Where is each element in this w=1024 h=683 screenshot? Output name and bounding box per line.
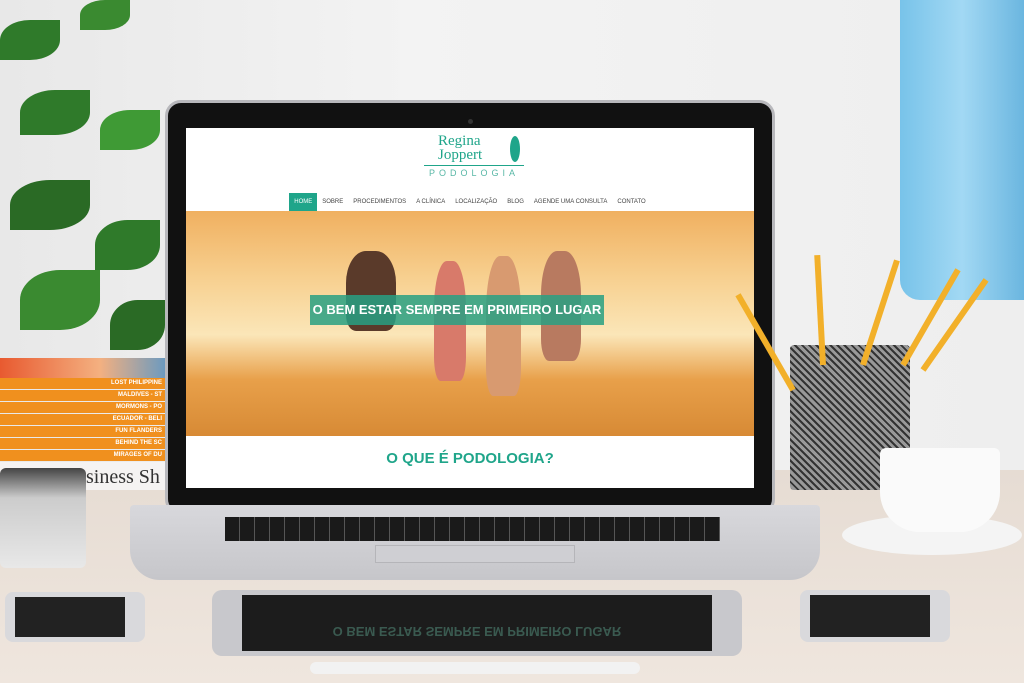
book-spine: FUN FLANDERS: [0, 426, 166, 437]
nav-a-clinica[interactable]: A CLÍNICA: [411, 193, 450, 213]
book-spine: MORMONS - PO: [0, 402, 166, 413]
external-drive: [0, 468, 86, 568]
section-title: O QUE É PODOLOGIA?: [386, 450, 554, 467]
website-screen: Regina Joppert PODOLOGIA HOME SOBRE PROC…: [186, 128, 754, 488]
nav-procedimentos[interactable]: PROCEDIMENTOS: [348, 193, 411, 213]
coffee-cup: [880, 448, 1000, 532]
logo-subtitle: PODOLOGIA: [428, 168, 519, 178]
book-spine: MALDIVES - ST: [0, 390, 166, 401]
foot-icon: [510, 136, 520, 162]
camera-icon: [468, 119, 473, 124]
keyboard: [225, 517, 720, 541]
book-spine: LOST PHILIPPINE: [0, 378, 166, 389]
stylus-pen: [310, 662, 640, 674]
hero-banner: O BEM ESTAR SEMPRE EM PRIMEIRO LUGAR: [310, 295, 604, 325]
book-cover: [0, 358, 166, 378]
tablet-reflection: O BEM ESTAR SEMPRE EM PRIMEIRO LUGAR: [242, 595, 712, 651]
laptop-base: [130, 505, 820, 580]
book-spine: MIRAGES OF DU: [0, 450, 166, 461]
logo-name-2: Joppert: [438, 147, 483, 163]
nav-home[interactable]: HOME: [289, 193, 318, 213]
book-stack: LOST PHILIPPINE MALDIVES - ST MORMONS - …: [0, 378, 166, 462]
water-bottle: [900, 0, 1024, 300]
jumping-person: [486, 256, 521, 396]
nav-agende[interactable]: AGENDE UMA CONSULTA: [529, 193, 612, 213]
logo-name-1: Regina: [438, 133, 481, 149]
main-nav: HOME SOBRE PROCEDIMENTOS A CLÍNICA LOCAL…: [186, 193, 754, 213]
smartphone-right: [800, 590, 950, 642]
smartphone-left: [5, 592, 145, 642]
site-header: Regina Joppert PODOLOGIA: [186, 128, 754, 191]
nav-blog[interactable]: BLOG: [502, 193, 529, 213]
tablet: O BEM ESTAR SEMPRE EM PRIMEIRO LUGAR: [212, 590, 742, 656]
logo[interactable]: Regina Joppert PODOLOGIA: [424, 134, 524, 178]
book-spine: BEHIND THE SC: [0, 438, 166, 449]
logo-divider: [424, 165, 524, 166]
hero-image: O BEM ESTAR SEMPRE EM PRIMEIRO LUGAR: [186, 211, 754, 436]
nav-localizacao[interactable]: LOCALIZAÇÃO: [450, 193, 502, 213]
nav-sobre[interactable]: SOBRE: [317, 193, 348, 213]
nav-contato[interactable]: CONTATO: [612, 193, 650, 213]
trackpad: [375, 545, 575, 563]
book-spine: ECUADOR - BELI: [0, 414, 166, 425]
